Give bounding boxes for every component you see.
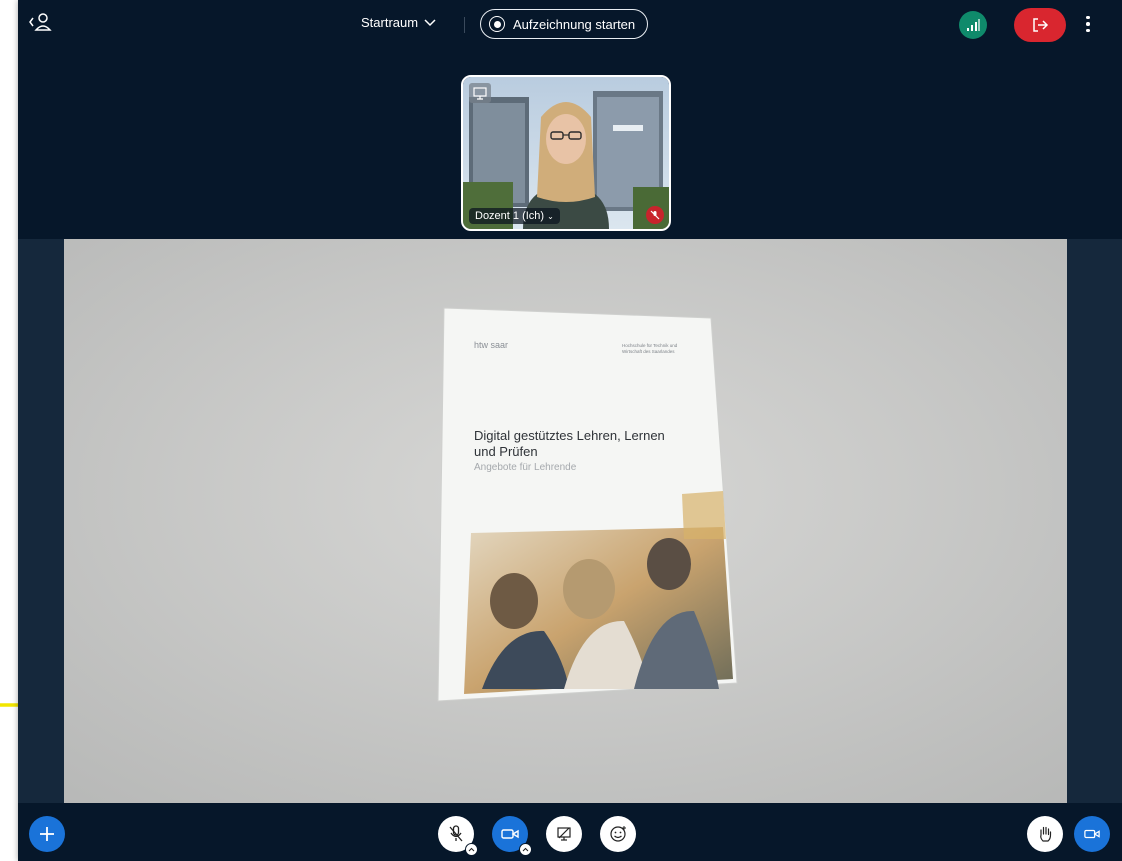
doc-subtitle: Angebote für Lehrende — [474, 462, 577, 473]
start-recording-button[interactable]: Aufzeichnung starten — [480, 9, 649, 39]
shared-camera-view: htw saar Hochschule für Technik und Wirt… — [64, 239, 1067, 803]
meeting-window: Startraum Aufzeichnung starten Dozent 1 … — [18, 0, 1122, 861]
doc-institution: Hochschule für Technik und Wirtschaft de… — [622, 343, 678, 354]
top-bar: Startraum Aufzeichnung starten — [18, 0, 1122, 54]
muted-indicator — [646, 206, 664, 224]
camera-options-chevron[interactable] — [519, 843, 532, 856]
signal-icon — [967, 19, 980, 31]
shared-camera-image — [64, 239, 1067, 803]
chevron-up-icon — [468, 847, 475, 852]
user-list-icon — [29, 13, 52, 31]
mic-options-chevron[interactable] — [465, 843, 478, 856]
doc-title-line1: Digital gestütztes Lehren, Lernen — [474, 428, 665, 443]
screen-share-button[interactable] — [546, 816, 582, 852]
leave-meeting-button[interactable] — [1014, 8, 1066, 42]
chevron-down-icon: ⌄ — [547, 212, 554, 221]
camera-icon — [501, 829, 519, 839]
divider — [464, 17, 465, 33]
mute-microphone-button[interactable] — [438, 816, 478, 856]
chevron-down-icon — [424, 18, 436, 26]
leave-icon — [1033, 18, 1049, 32]
mic-off-icon — [449, 825, 463, 842]
presenter-badge — [469, 83, 491, 103]
presenter-video-tile[interactable]: Dozent 1 (Ich) ⌄ — [461, 75, 671, 231]
plus-icon — [40, 827, 54, 841]
more-vertical-icon — [1086, 15, 1090, 20]
raise-hand-icon — [1040, 826, 1052, 842]
video-layout-button[interactable] — [1074, 816, 1110, 852]
doc-logo: htw saar — [474, 340, 509, 350]
reactions-button[interactable] — [600, 816, 636, 852]
doc-title-line2: und Prüfen — [474, 444, 538, 459]
room-selector[interactable]: Startraum — [361, 15, 436, 30]
room-name: Startraum — [361, 15, 419, 30]
emoji-icon — [610, 826, 626, 842]
screen-share-off-icon — [557, 827, 571, 841]
bottom-toolbar — [18, 803, 1122, 861]
shared-content-area: htw saar Hochschule für Technik und Wirt… — [18, 239, 1122, 803]
record-icon — [489, 16, 505, 32]
presenter-video — [463, 77, 669, 229]
more-options-button[interactable] — [1080, 12, 1096, 36]
chevron-up-icon — [522, 847, 529, 852]
actions-button[interactable] — [29, 816, 65, 852]
camera-icon — [1084, 829, 1100, 839]
presentation-icon — [473, 86, 487, 100]
camera-button[interactable] — [492, 816, 532, 856]
user-list-toggle[interactable] — [28, 12, 52, 37]
mic-off-icon — [650, 210, 660, 220]
presenter-name-label[interactable]: Dozent 1 (Ich) ⌄ — [469, 208, 560, 224]
raise-hand-button[interactable] — [1027, 816, 1063, 852]
record-label: Aufzeichnung starten — [513, 16, 636, 32]
connection-status-button[interactable] — [959, 11, 987, 39]
